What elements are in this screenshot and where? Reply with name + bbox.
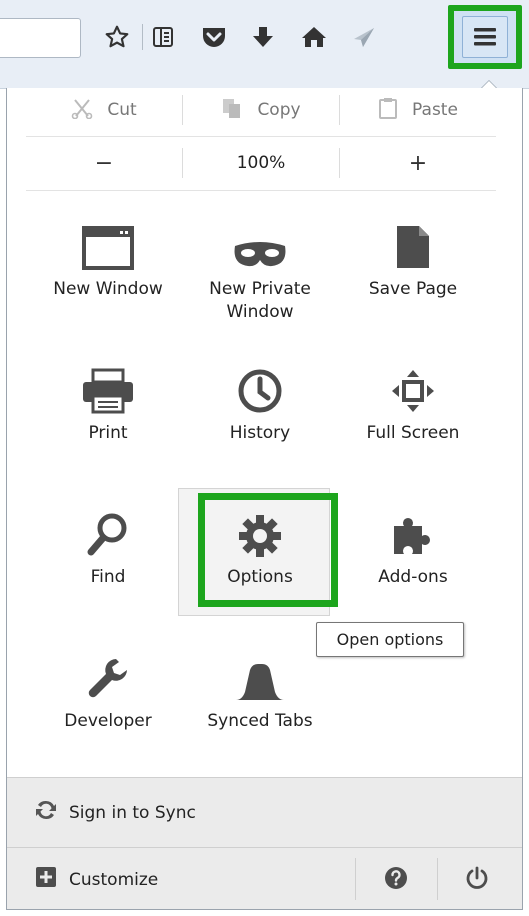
- help-button[interactable]: [384, 866, 408, 894]
- cut-button[interactable]: Cut: [26, 84, 182, 136]
- sign-in-sync-button[interactable]: Sign in to Sync: [35, 799, 196, 826]
- addons-button[interactable]: Add-ons: [338, 492, 488, 622]
- new-private-window-label-1: New Private: [209, 279, 311, 299]
- edit-controls: Cut Copy Paste: [26, 84, 496, 136]
- divider: [26, 190, 496, 191]
- synced-tabs-icon: [234, 636, 286, 702]
- options-annotation-frame: [198, 493, 338, 607]
- toolbar-separator: [142, 24, 143, 50]
- sync-footer: Sign in to Sync: [7, 777, 522, 847]
- save-page-button[interactable]: Save Page: [338, 204, 488, 334]
- paste-button[interactable]: Paste: [340, 84, 496, 136]
- fullscreen-icon: [390, 348, 436, 414]
- synced-tabs-button[interactable]: Synced Tabs: [185, 636, 335, 766]
- history-label: History: [229, 423, 291, 443]
- full-screen-label: Full Screen: [366, 423, 460, 443]
- hamburger-menu-button[interactable]: [448, 5, 522, 69]
- mask-icon: [232, 204, 288, 270]
- quit-button[interactable]: [465, 866, 489, 894]
- page-icon: [395, 204, 431, 270]
- home-icon[interactable]: [297, 17, 331, 57]
- print-button[interactable]: Print: [33, 348, 183, 478]
- magnifier-icon: [86, 492, 130, 558]
- new-window-label: New Window: [53, 279, 163, 299]
- copy-button[interactable]: Copy: [183, 84, 339, 136]
- scissors-icon: [71, 97, 93, 124]
- zoom-controls: − 100% +: [26, 137, 496, 189]
- pocket-icon[interactable]: [197, 17, 231, 57]
- sign-in-sync-label: Sign in to Sync: [69, 802, 196, 823]
- zoom-in-button[interactable]: +: [340, 137, 496, 189]
- paste-label: Paste: [412, 100, 458, 120]
- power-icon: [465, 866, 489, 894]
- copy-icon: [221, 97, 243, 124]
- new-private-window-label-2: Window: [226, 302, 294, 322]
- printer-icon: [81, 348, 135, 414]
- full-screen-button[interactable]: Full Screen: [338, 348, 488, 478]
- share-icon[interactable]: [347, 17, 381, 57]
- zoom-reset-button[interactable]: 100%: [183, 137, 339, 189]
- find-label: Find: [90, 567, 126, 587]
- find-button[interactable]: Find: [33, 492, 183, 622]
- download-icon[interactable]: [246, 17, 280, 57]
- clipboard-icon: [378, 97, 398, 124]
- clock-icon: [237, 348, 283, 414]
- bookmark-star-icon[interactable]: [100, 17, 134, 57]
- copy-label: Copy: [257, 100, 301, 120]
- footer-separator: [437, 858, 438, 900]
- customize-label: Customize: [69, 869, 159, 890]
- puzzle-piece-icon: [390, 492, 436, 558]
- history-button[interactable]: History: [185, 348, 335, 478]
- synced-tabs-label: Synced Tabs: [207, 711, 313, 731]
- customize-button[interactable]: Customize: [35, 866, 158, 893]
- wrench-icon: [86, 636, 130, 702]
- window-icon: [82, 204, 134, 270]
- options-tooltip: Open options: [316, 622, 464, 657]
- help-icon: [384, 867, 408, 894]
- zoom-out-button[interactable]: −: [26, 137, 182, 189]
- plus-box-icon: [35, 866, 57, 893]
- developer-label: Developer: [64, 711, 152, 731]
- reading-list-icon[interactable]: [146, 17, 180, 57]
- hamburger-menu-icon: [462, 16, 508, 58]
- new-private-window-button[interactable]: New Private Window: [185, 204, 335, 334]
- browser-toolbar: [0, 0, 529, 89]
- sync-icon: [35, 799, 57, 826]
- footer-separator: [355, 858, 356, 900]
- addons-label: Add-ons: [378, 567, 448, 587]
- print-label: Print: [88, 423, 128, 443]
- save-page-label: Save Page: [368, 279, 458, 299]
- cut-label: Cut: [107, 100, 137, 120]
- search-input[interactable]: [0, 18, 81, 58]
- developer-button[interactable]: Developer: [33, 636, 183, 766]
- new-window-button[interactable]: New Window: [33, 204, 183, 334]
- customize-footer: Customize: [7, 847, 522, 909]
